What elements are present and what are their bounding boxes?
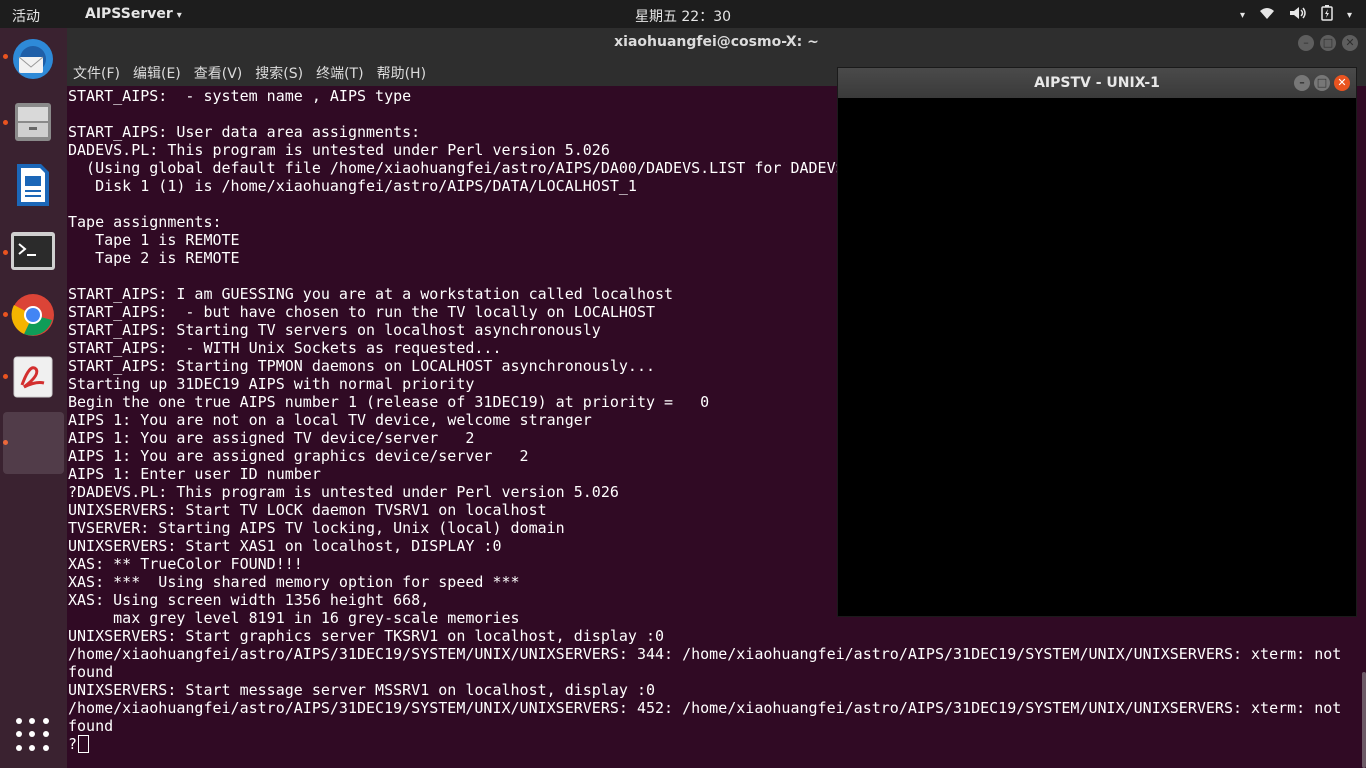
aipstv-window[interactable]: AIPSTV - UNIX-1 – □ ✕ bbox=[837, 67, 1357, 617]
files-icon bbox=[15, 103, 51, 141]
terminal-line: Starting up 31DEC19 AIPS with normal pri… bbox=[68, 375, 475, 393]
terminal-line: AIPS 1: You are assigned TV device/serve… bbox=[68, 429, 475, 447]
terminal-line: /home/xiaohuangfei/astro/AIPS/31DEC19/SY… bbox=[68, 645, 1342, 663]
minimize-icon[interactable]: – bbox=[1294, 75, 1310, 91]
pdf-icon bbox=[13, 356, 53, 398]
terminal-line: (Using global default file /home/xiaohua… bbox=[68, 159, 845, 177]
running-indicator bbox=[3, 374, 8, 379]
terminal-line: START_AIPS: - system name , AIPS type bbox=[68, 87, 412, 105]
terminal-line: Disk 1 (1) is /home/xiaohuangfei/astro/A… bbox=[68, 177, 637, 195]
dock-item-thunderbird[interactable] bbox=[10, 36, 56, 82]
close-icon[interactable]: ✕ bbox=[1342, 35, 1358, 51]
mail-icon bbox=[13, 39, 53, 79]
chevron-down-icon: ▾ bbox=[176, 10, 182, 21]
battery-icon[interactable] bbox=[1321, 5, 1333, 25]
menu-search[interactable]: 搜索(S) bbox=[255, 63, 303, 83]
terminal-line: Tape 1 is REMOTE bbox=[68, 231, 240, 249]
menu-view[interactable]: 查看(V) bbox=[194, 63, 243, 83]
terminal-line: ?DADEVS.PL: This program is untested und… bbox=[68, 483, 619, 501]
running-indicator bbox=[3, 250, 8, 255]
terminal-titlebar[interactable]: xiaohuangfei@cosmo-X: ~ – □ ✕ bbox=[67, 28, 1366, 58]
running-indicator bbox=[3, 120, 8, 125]
chevron-down-icon[interactable]: ▾ bbox=[1240, 10, 1245, 21]
terminal-line: found bbox=[68, 717, 114, 735]
terminal-line: START_AIPS: - WITH Unix Sockets as reque… bbox=[68, 339, 502, 357]
dock-item-chrome[interactable] bbox=[10, 292, 56, 338]
terminal-line: found bbox=[68, 663, 114, 681]
terminal-line: /home/xiaohuangfei/astro/AIPS/31DEC19/SY… bbox=[68, 699, 1342, 717]
menu-file[interactable]: 文件(F) bbox=[73, 63, 120, 83]
terminal-line: UNIXSERVERS: Start XAS1 on localhost, DI… bbox=[68, 537, 502, 555]
terminal-line: AIPS 1: Enter user ID number bbox=[68, 465, 321, 483]
activities-button[interactable]: 活动 bbox=[12, 6, 40, 26]
aipstv-titlebar[interactable]: AIPSTV - UNIX-1 – □ ✕ bbox=[838, 68, 1356, 98]
chevron-down-icon[interactable]: ▾ bbox=[1347, 10, 1352, 21]
terminal-line: XAS: *** Using shared memory option for … bbox=[68, 573, 520, 591]
terminal-line: UNIXSERVERS: Start graphics server TKSRV… bbox=[68, 627, 665, 645]
system-tray[interactable]: ▾ ▾ bbox=[1240, 5, 1352, 25]
dock-item-pdf-viewer[interactable] bbox=[10, 354, 56, 400]
maximize-icon[interactable]: □ bbox=[1314, 75, 1330, 91]
terminal-line: DADEVS.PL: This program is untested unde… bbox=[68, 141, 610, 159]
running-indicator bbox=[3, 54, 8, 59]
terminal-line: START_AIPS: I am GUESSING you are at a w… bbox=[68, 285, 674, 303]
aipstv-title: AIPSTV - UNIX-1 bbox=[1034, 75, 1160, 91]
terminal-line: START_AIPS: Starting TPMON daemons on LO… bbox=[68, 357, 655, 375]
dock bbox=[0, 28, 67, 768]
terminal-line: Tape assignments: bbox=[68, 213, 222, 231]
terminal-line: max grey level 8191 in 16 grey-scale mem… bbox=[68, 609, 520, 627]
terminal-line: Begin the one true AIPS number 1 (releas… bbox=[68, 393, 710, 411]
dock-item-terminal[interactable] bbox=[10, 228, 56, 274]
dock-item-aipstv[interactable] bbox=[3, 412, 64, 474]
chrome-icon bbox=[11, 294, 54, 336]
app-menu-button[interactable]: AIPSServer ▾ bbox=[85, 6, 182, 22]
window-title: xiaohuangfei@cosmo-X: ~ bbox=[614, 34, 819, 50]
terminal-line: XAS: Using screen width 1356 height 668, bbox=[68, 591, 430, 609]
terminal-line: START_AIPS: User data area assignments: bbox=[68, 123, 421, 141]
dock-item-libreoffice-writer[interactable] bbox=[10, 162, 56, 208]
volume-icon[interactable] bbox=[1289, 6, 1307, 24]
terminal-line: UNIXSERVERS: Start message server MSSRV1… bbox=[68, 681, 655, 699]
terminal-icon bbox=[11, 232, 55, 270]
menu-help[interactable]: 帮助(H) bbox=[377, 63, 426, 83]
terminal-line: AIPS 1: You are assigned graphics device… bbox=[68, 447, 529, 465]
scrollbar[interactable] bbox=[1362, 672, 1366, 768]
terminal-line: Tape 2 is REMOTE bbox=[68, 249, 240, 267]
app-menu-label: AIPSServer bbox=[85, 6, 173, 22]
terminal-line: TVSERVER: Starting AIPS TV locking, Unix… bbox=[68, 519, 565, 537]
close-icon[interactable]: ✕ bbox=[1334, 75, 1350, 91]
menu-edit[interactable]: 编辑(E) bbox=[133, 63, 181, 83]
terminal-line: UNIXSERVERS: Start TV LOCK daemon TVSRV1… bbox=[68, 501, 547, 519]
terminal-line: START_AIPS: - but have chosen to run the… bbox=[68, 303, 655, 321]
menu-terminal[interactable]: 终端(T) bbox=[316, 63, 363, 83]
maximize-icon[interactable]: □ bbox=[1320, 35, 1336, 51]
cursor bbox=[78, 735, 90, 753]
document-icon bbox=[17, 164, 49, 206]
terminal-line: START_AIPS: Starting TV servers on local… bbox=[68, 321, 601, 339]
running-indicator bbox=[3, 312, 8, 317]
show-apps-grid-icon[interactable] bbox=[16, 718, 50, 752]
wifi-icon[interactable] bbox=[1259, 6, 1275, 24]
minimize-icon[interactable]: – bbox=[1298, 35, 1314, 51]
dock-item-files[interactable] bbox=[10, 98, 56, 144]
terminal-line: AIPS 1: You are not on a local TV device… bbox=[68, 411, 592, 429]
clock[interactable]: 星期五 22：30 bbox=[635, 9, 731, 25]
terminal-line: XAS: ** TrueColor FOUND!!! bbox=[68, 555, 303, 573]
aipstv-display[interactable] bbox=[838, 98, 1356, 616]
prompt: ? bbox=[68, 735, 78, 753]
top-panel: 活动 AIPSServer ▾ 星期五 22：30 ▾ ▾ bbox=[0, 0, 1366, 28]
